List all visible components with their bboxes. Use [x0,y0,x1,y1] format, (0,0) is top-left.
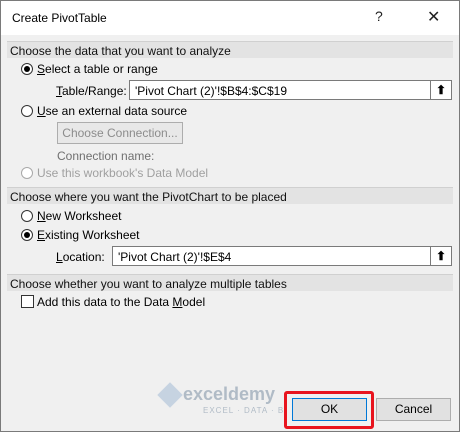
close-icon[interactable]: ✕ [427,7,440,27]
section-multiple-tables: Choose whether you want to analyze multi… [7,274,453,291]
select-table-radio[interactable] [21,63,33,75]
title-bar: Create PivotTable ? ✕ [1,1,459,35]
section-analyze-data: Choose the data that you want to analyze [7,41,453,58]
new-worksheet-radio[interactable] [21,210,33,222]
external-source-radio[interactable] [21,105,33,117]
location-input[interactable]: 'Pivot Chart (2)'!$E$4 [112,246,431,266]
table-range-label: Table/Range: [56,84,127,98]
location-collapse-button[interactable]: ⬆ [430,246,452,266]
data-model-source-label: Use this workbook's Data Model [37,166,209,180]
section-place-pivotchart: Choose where you want the PivotChart to … [7,187,453,204]
exceldemy-logo-icon [157,382,183,408]
create-pivottable-dialog: Create PivotTable ? ✕ Choose the data th… [0,0,460,432]
new-worksheet-label: New Worksheet [37,209,122,223]
table-range-input[interactable]: 'Pivot Chart (2)'!$B$4:$C$19 [129,80,431,100]
ok-highlight-box [284,391,374,429]
choose-connection-button[interactable]: Choose Connection... [57,122,183,144]
table-range-collapse-button[interactable]: ⬆ [430,80,452,100]
dialog-title: Create PivotTable [12,11,107,25]
existing-worksheet-radio[interactable] [21,229,33,241]
add-data-model-label: Add this data to the Data Model [37,295,206,309]
select-table-label: Select a table or range [37,62,158,76]
existing-worksheet-label: Existing Worksheet [37,228,140,242]
collapse-icon: ⬆ [436,249,447,263]
connection-name-label: Connection name: [57,149,155,163]
add-data-model-checkbox[interactable] [21,295,34,308]
collapse-icon: ⬆ [436,83,447,97]
cancel-button[interactable]: Cancel [376,398,451,421]
data-model-source-radio[interactable] [21,167,33,179]
location-label: Location: [56,250,105,264]
help-icon[interactable]: ? [375,8,383,24]
external-source-label: Use an external data source [37,104,188,118]
